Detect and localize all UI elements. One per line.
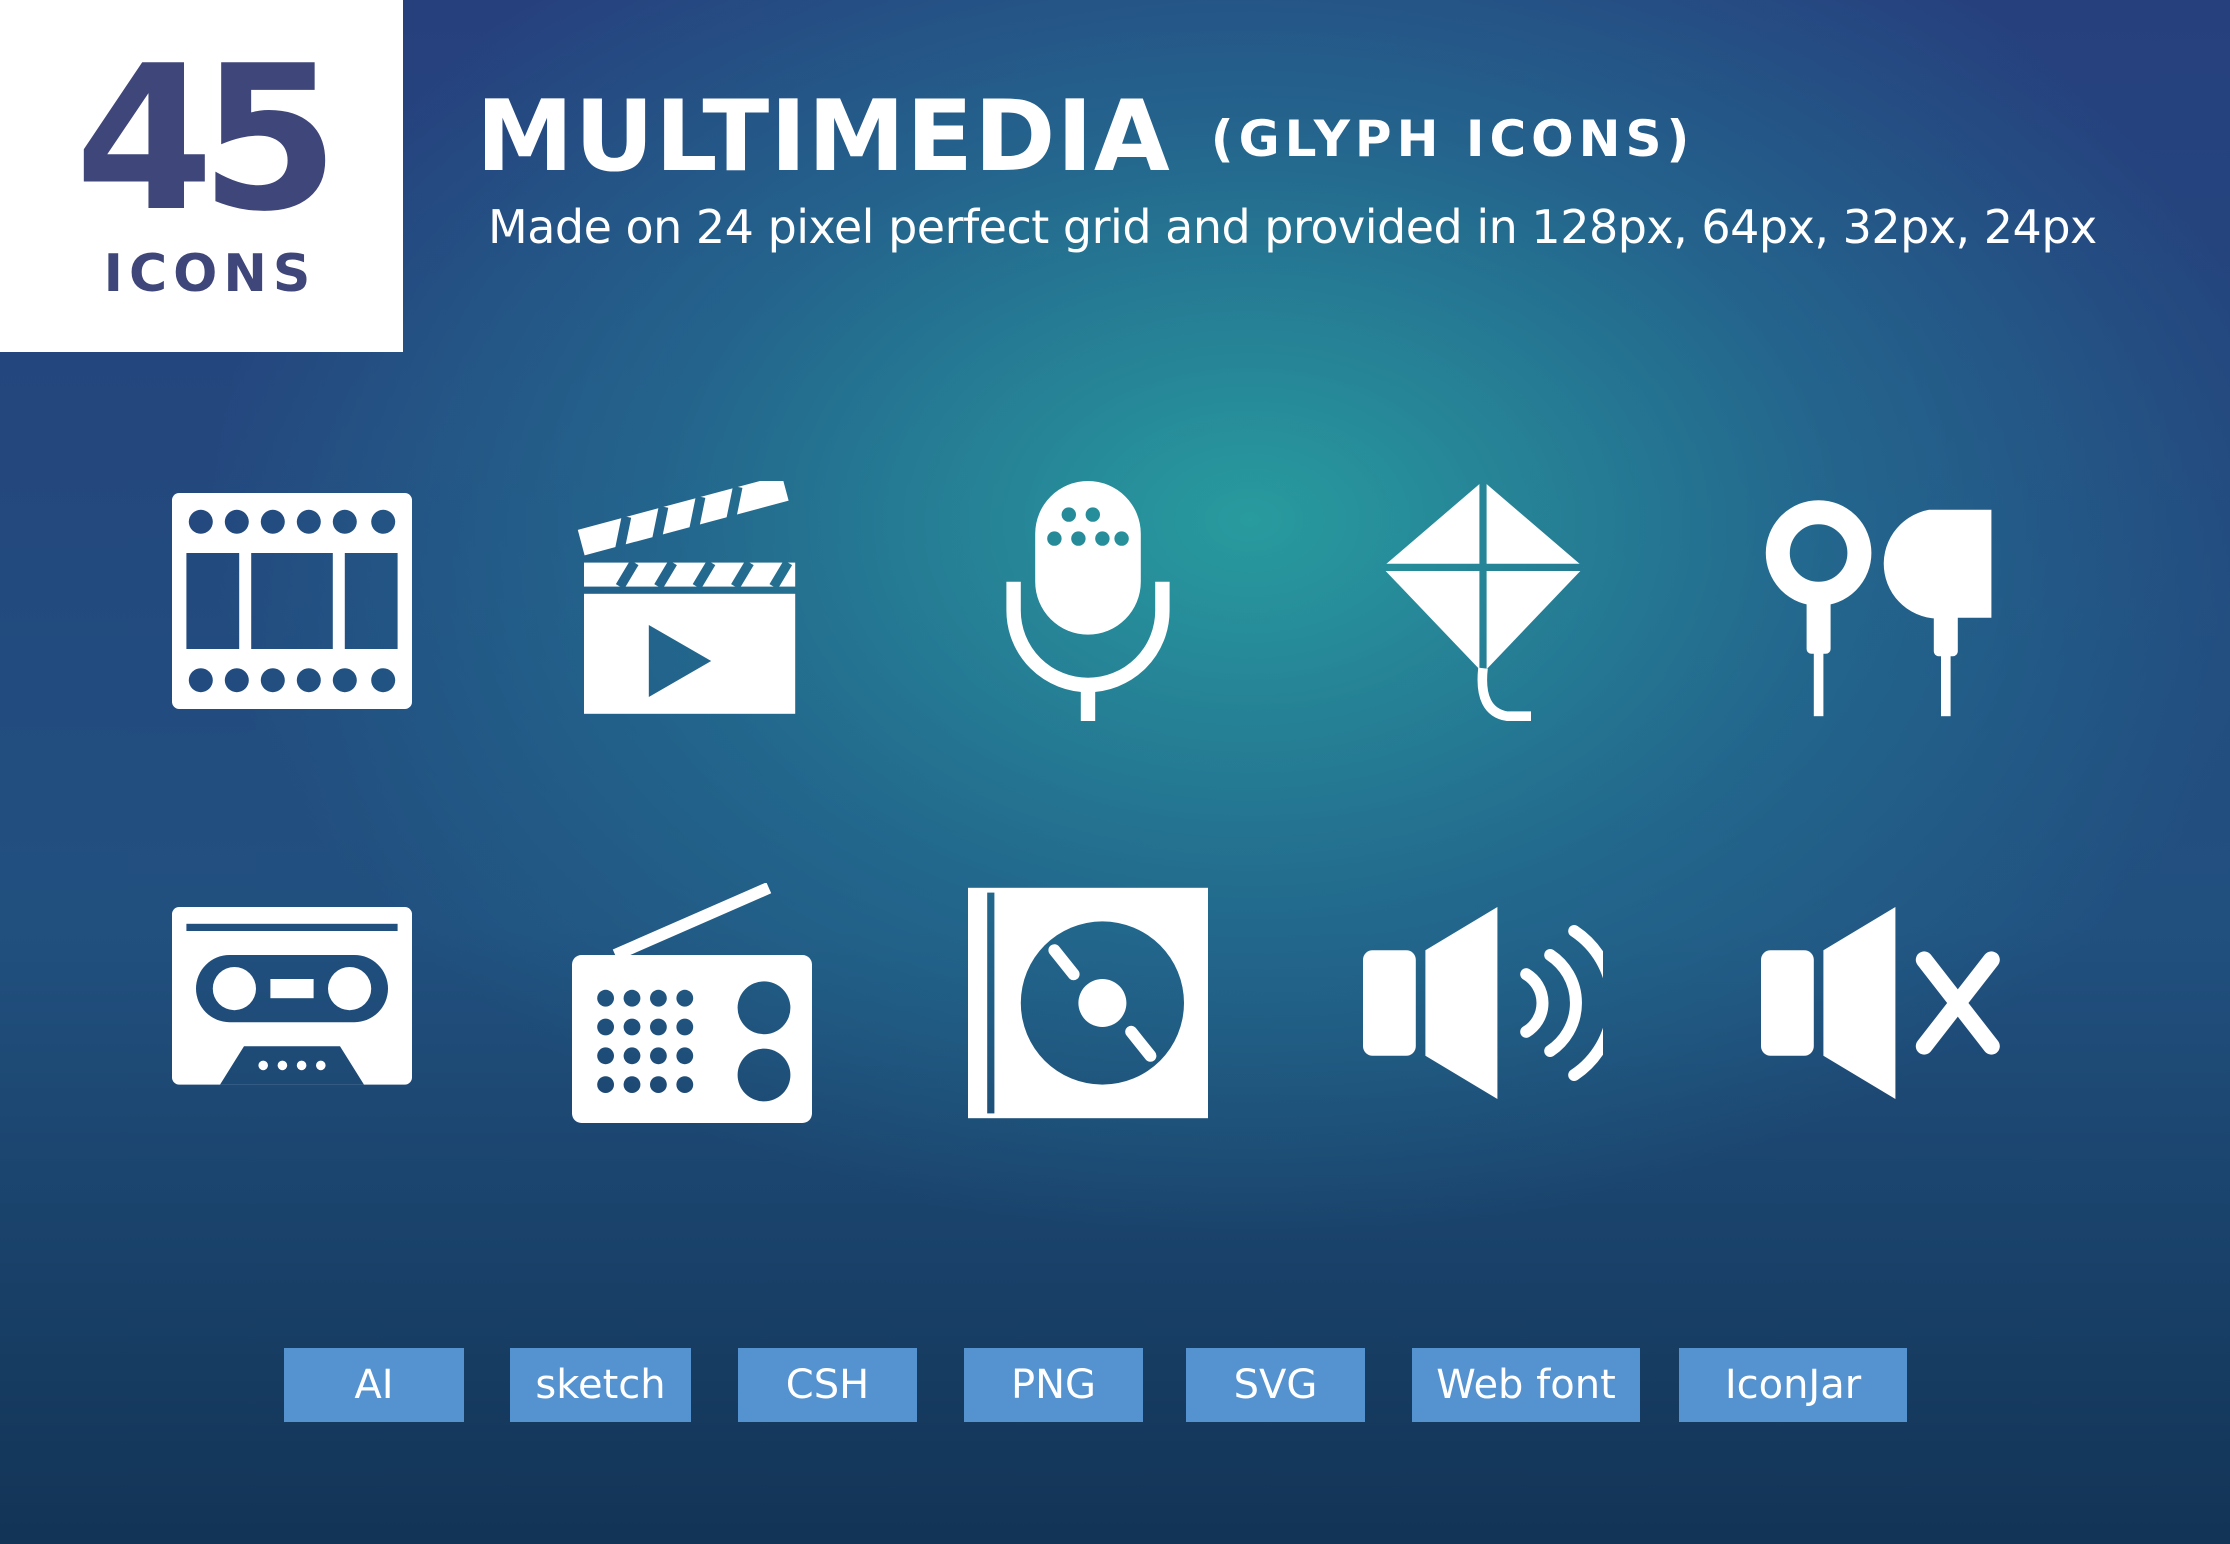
format-svg: SVG xyxy=(1186,1348,1365,1422)
microphone-icon xyxy=(968,481,1208,721)
speaker-mute-icon xyxy=(1761,883,2001,1123)
film-strip-icon xyxy=(172,481,412,721)
format-png: PNG xyxy=(964,1348,1143,1422)
icon-count-label: ICONS xyxy=(103,244,317,304)
speaker-volume-icon xyxy=(1363,883,1619,1123)
icon-count-badge: 45 ICONS xyxy=(0,0,403,352)
format-web-font: Web font xyxy=(1412,1348,1640,1422)
cassette-player-icon xyxy=(172,883,412,1123)
page-subtitle: Made on 24 pixel perfect grid and provid… xyxy=(488,200,2097,254)
format-ai: AI xyxy=(284,1348,464,1422)
earphones-icon xyxy=(1761,481,2001,721)
title-main: MULTIMEDIA xyxy=(476,80,1171,194)
clapperboard-icon xyxy=(572,475,812,721)
radio-icon xyxy=(572,882,812,1123)
icon-count: 45 xyxy=(74,23,339,256)
format-iconjar: IconJar xyxy=(1679,1348,1907,1422)
format-csh: CSH xyxy=(738,1348,917,1422)
kite-icon xyxy=(1363,481,1603,721)
page-title: MULTIMEDIA (GLYPH ICONS) xyxy=(476,80,1694,194)
title-suffix: (GLYPH ICONS) xyxy=(1210,110,1695,168)
turntable-icon xyxy=(968,883,1208,1123)
format-sketch: sketch xyxy=(510,1348,691,1422)
